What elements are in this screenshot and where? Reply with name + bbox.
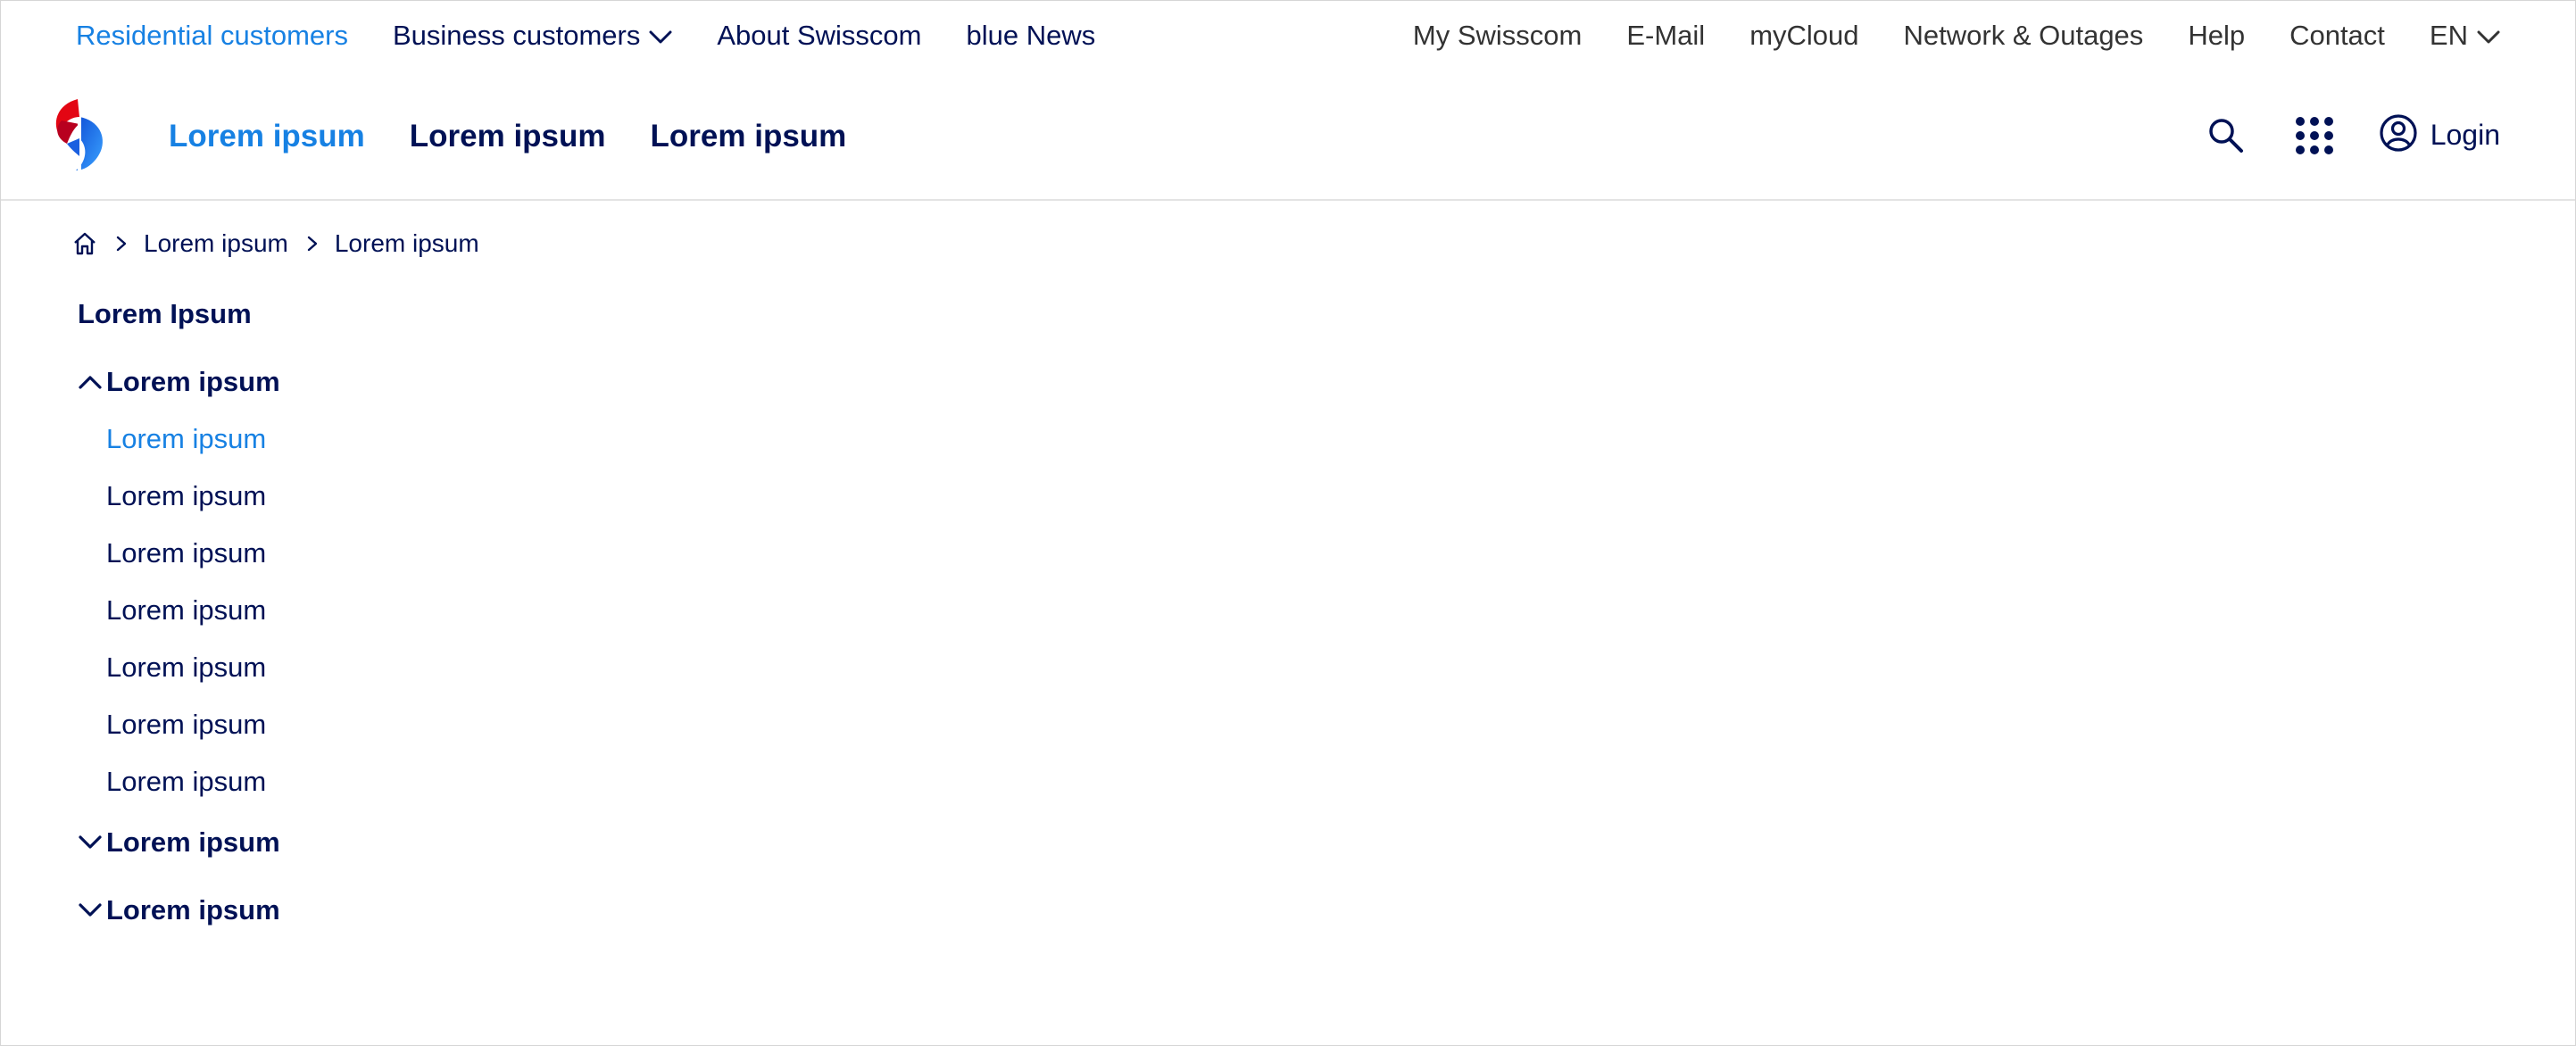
chevron-up-icon	[78, 373, 103, 391]
service-links: My Swisscom E-Mail myCloud Network & Out…	[1368, 18, 2500, 54]
menu-item[interactable]: Lorem ipsum	[78, 706, 524, 763]
chevron-right-icon	[306, 235, 319, 253]
menu-group-label: Lorem ipsum	[106, 894, 280, 926]
primary-nav-item[interactable]: Lorem ipsum	[169, 117, 365, 156]
chevron-down-icon	[649, 18, 672, 54]
user-circle-icon	[2379, 113, 2418, 157]
primary-nav-item[interactable]: Lorem ipsum	[651, 117, 847, 156]
breadcrumb-item[interactable]: Lorem ipsum	[335, 229, 479, 258]
segment-links: Residential customers Business customers…	[76, 18, 1140, 54]
business-customers-label: Business customers	[392, 20, 641, 51]
side-menu: Lorem Ipsum Lorem ipsum Lorem ipsum Lore…	[78, 295, 524, 929]
login-label: Login	[2430, 119, 2500, 151]
home-icon[interactable]	[72, 231, 97, 256]
menu-item[interactable]: Lorem ipsum	[78, 477, 524, 535]
link-residential-customers[interactable]: Residential customers	[76, 18, 348, 54]
breadcrumb-item[interactable]: Lorem ipsum	[144, 229, 288, 258]
breadcrumb: Lorem ipsum Lorem ipsum	[72, 229, 479, 258]
page-frame: Residential customers Business customers…	[0, 0, 2576, 1046]
nav-tools: Login	[2207, 113, 2500, 157]
primary-nav: Lorem ipsum Lorem ipsum Lorem ipsum	[169, 117, 891, 156]
menu-group-toggle[interactable]: Lorem ipsum	[78, 892, 524, 929]
link-my-swisscom[interactable]: My Swisscom	[1413, 18, 1582, 54]
swisscom-logo[interactable]	[51, 97, 108, 172]
link-about-swisscom[interactable]: About Swisscom	[717, 18, 921, 54]
link-business-customers[interactable]: Business customers	[393, 18, 672, 54]
login-button[interactable]: Login	[2379, 113, 2500, 157]
link-mycloud[interactable]: myCloud	[1749, 18, 1858, 54]
menu-group-toggle[interactable]: Lorem ipsum	[78, 363, 524, 401]
menu-item[interactable]: Lorem ipsum	[78, 535, 524, 592]
search-icon[interactable]	[2207, 117, 2245, 154]
menu-item[interactable]: Lorem ipsum	[78, 592, 524, 649]
menu-item[interactable]: Lorem ipsum	[78, 420, 524, 477]
link-blue-news[interactable]: blue News	[967, 18, 1096, 54]
primary-nav-item[interactable]: Lorem ipsum	[410, 117, 606, 156]
apps-grid-icon[interactable]	[2295, 116, 2334, 155]
language-switcher[interactable]: EN	[2430, 18, 2500, 54]
link-network-outages[interactable]: Network & Outages	[1904, 18, 2144, 54]
meta-navigation: Residential customers Business customers…	[1, 1, 2575, 72]
chevron-down-icon	[2477, 18, 2500, 54]
menu-group-label: Lorem ipsum	[106, 366, 280, 397]
language-label: EN	[2429, 20, 2468, 51]
chevron-right-icon	[115, 235, 128, 253]
link-help[interactable]: Help	[2188, 18, 2245, 54]
link-email[interactable]: E-Mail	[1626, 18, 1705, 54]
chevron-down-icon	[78, 834, 103, 851]
menu-item[interactable]: Lorem ipsum	[78, 649, 524, 706]
menu-item[interactable]: Lorem ipsum	[78, 763, 524, 811]
menu-group-label: Lorem ipsum	[106, 826, 280, 858]
menu-group-toggle[interactable]: Lorem ipsum	[78, 824, 524, 861]
side-menu-title[interactable]: Lorem Ipsum	[78, 295, 524, 333]
main-navigation: Lorem ipsum Lorem ipsum Lorem ipsum Logi…	[1, 72, 2575, 201]
link-contact[interactable]: Contact	[2289, 18, 2385, 54]
chevron-down-icon	[78, 901, 103, 919]
